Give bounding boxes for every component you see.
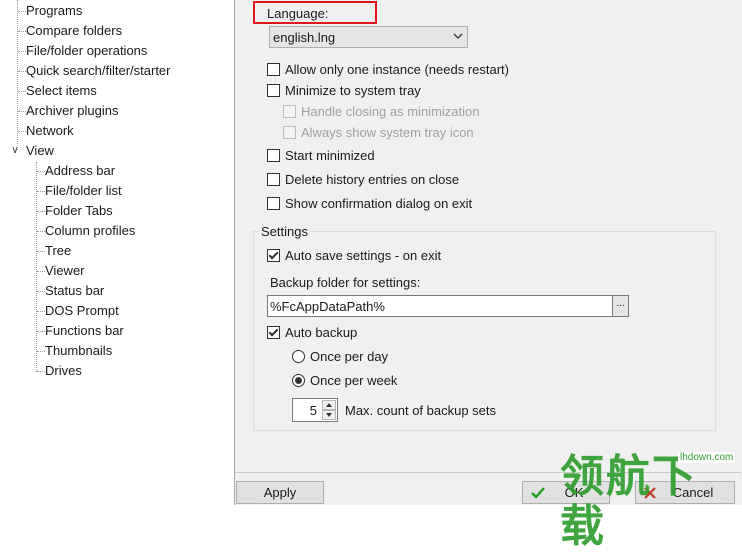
once-per-day-label: Once per day bbox=[310, 349, 389, 364]
checkbox-box bbox=[283, 105, 296, 119]
tree-item-functions-bar[interactable]: Functions bar bbox=[45, 322, 124, 340]
tree-connector bbox=[18, 11, 26, 12]
cancel-button[interactable]: Cancel bbox=[635, 481, 735, 504]
tree-item-thumbnails[interactable]: Thumbnails bbox=[45, 342, 112, 360]
tree-connector bbox=[18, 111, 26, 112]
close-icon bbox=[644, 487, 656, 499]
language-select[interactable]: english.lng bbox=[269, 26, 468, 48]
handle-closing-label: Handle closing as minimization bbox=[301, 104, 480, 119]
tree-item-column-profiles[interactable]: Column profiles bbox=[45, 222, 135, 240]
tree-item-tree[interactable]: Tree bbox=[45, 242, 71, 260]
tree-item-archiver-plugins[interactable]: Archiver plugins bbox=[26, 102, 119, 120]
chevron-down-icon bbox=[453, 33, 463, 39]
tree-connector bbox=[37, 251, 45, 252]
tree-connector bbox=[37, 191, 45, 192]
checkbox-box[interactable] bbox=[267, 63, 280, 77]
checkbox-box bbox=[283, 126, 296, 140]
backup-folder-input[interactable]: %FcAppDataPath% bbox=[267, 295, 629, 317]
tree-connector bbox=[37, 211, 45, 212]
max-count-stepper[interactable]: 5 bbox=[292, 398, 338, 422]
delete-history-checkbox[interactable]: Delete history entries on close bbox=[267, 171, 459, 189]
tree-connector bbox=[18, 91, 26, 92]
tree-connector bbox=[37, 231, 45, 232]
tree-connector bbox=[18, 51, 26, 52]
backup-folder-value: %FcAppDataPath% bbox=[270, 299, 385, 314]
auto-backup-checkbox[interactable]: Auto backup bbox=[267, 324, 357, 342]
tree-item-drives[interactable]: Drives bbox=[45, 362, 82, 380]
allow-one-instance-label: Allow only one instance (needs restart) bbox=[285, 62, 510, 77]
checkmark-icon bbox=[531, 487, 545, 499]
minimize-to-tray-checkbox[interactable]: Minimize to system tray bbox=[267, 82, 421, 100]
once-per-day-radio[interactable]: Once per day bbox=[292, 348, 388, 366]
auto-backup-label: Auto backup bbox=[285, 325, 358, 340]
tree-item-view[interactable]: View bbox=[26, 142, 54, 160]
tree-item-file-folder-list[interactable]: File/folder list bbox=[45, 182, 122, 200]
tree-item-folder-tabs[interactable]: Folder Tabs bbox=[45, 202, 113, 220]
tree-connector bbox=[37, 311, 45, 312]
cancel-button-label: Cancel bbox=[672, 485, 714, 500]
confirm-exit-checkbox[interactable]: Show confirmation dialog on exit bbox=[267, 195, 472, 213]
delete-history-label: Delete history entries on close bbox=[285, 172, 460, 187]
tree-item-select-items[interactable]: Select items bbox=[26, 82, 97, 100]
checkbox-box[interactable] bbox=[267, 326, 280, 340]
checkbox-box[interactable] bbox=[267, 84, 280, 98]
minimize-to-tray-label: Minimize to system tray bbox=[285, 83, 421, 98]
max-count-label: Max. count of backup sets bbox=[345, 403, 497, 418]
tree-connector bbox=[18, 31, 26, 32]
tree-connector bbox=[36, 162, 37, 372]
start-minimized-label: Start minimized bbox=[285, 148, 375, 163]
confirm-exit-label: Show confirmation dialog on exit bbox=[285, 196, 473, 211]
options-page: Language: english.lng Allow only one ins… bbox=[235, 0, 741, 473]
tree-item-address-bar[interactable]: Address bar bbox=[45, 162, 115, 180]
radio-circle[interactable] bbox=[292, 350, 305, 364]
tree-item-dos-prompt[interactable]: DOS Prompt bbox=[45, 302, 119, 320]
allow-one-instance-checkbox[interactable]: Allow only one instance (needs restart) bbox=[267, 61, 509, 79]
ok-button-label: OK bbox=[564, 485, 584, 500]
tree-item-viewer[interactable]: Viewer bbox=[45, 262, 85, 280]
tree-connector bbox=[37, 371, 45, 372]
backup-folder-label: Backup folder for settings: bbox=[270, 275, 421, 290]
tree-item-compare-folders[interactable]: Compare folders bbox=[26, 22, 122, 40]
tree-connector bbox=[18, 131, 26, 132]
radio-circle[interactable] bbox=[292, 374, 305, 388]
tree-connector bbox=[37, 351, 45, 352]
always-show-tray-icon-checkbox: Always show system tray icon bbox=[283, 124, 474, 142]
checkbox-box[interactable] bbox=[267, 249, 280, 263]
language-select-value: english.lng bbox=[273, 30, 336, 45]
ok-button[interactable]: OK bbox=[522, 481, 610, 504]
chevron-down-icon[interactable]: ∨ bbox=[9, 145, 21, 157]
handle-closing-checkbox: Handle closing as minimization bbox=[283, 103, 479, 121]
auto-save-checkbox[interactable]: Auto save settings - on exit bbox=[267, 247, 441, 265]
tree-item-file-folder-operations[interactable]: File/folder operations bbox=[26, 42, 147, 60]
settings-group-title: Settings bbox=[259, 224, 310, 239]
tree-connector bbox=[37, 331, 45, 332]
tree-connector bbox=[17, 0, 18, 150]
start-minimized-checkbox[interactable]: Start minimized bbox=[267, 147, 375, 165]
language-label: Language: bbox=[267, 6, 329, 21]
checkbox-box[interactable] bbox=[267, 149, 280, 163]
tree-item-programs[interactable]: Programs bbox=[26, 2, 82, 20]
tree-connector bbox=[37, 291, 45, 292]
tree-connector bbox=[37, 171, 45, 172]
browse-button[interactable]: ... bbox=[612, 295, 629, 317]
once-per-week-radio[interactable]: Once per week bbox=[292, 372, 397, 390]
tree-item-quick-search[interactable]: Quick search/filter/starter bbox=[26, 62, 171, 80]
tree-connector bbox=[37, 271, 45, 272]
checkbox-box[interactable] bbox=[267, 173, 280, 187]
max-count-value: 5 bbox=[309, 403, 317, 418]
tree-connector bbox=[18, 71, 26, 72]
options-panel: Language: english.lng Allow only one ins… bbox=[235, 0, 742, 505]
auto-save-label: Auto save settings - on exit bbox=[285, 248, 442, 263]
once-per-week-label: Once per week bbox=[310, 373, 398, 388]
stepper-down-icon[interactable] bbox=[322, 410, 336, 420]
always-show-tray-icon-label: Always show system tray icon bbox=[301, 125, 474, 140]
checkbox-box[interactable] bbox=[267, 197, 280, 211]
tree-item-network[interactable]: Network bbox=[26, 122, 74, 140]
settings-tree: ∨ Programs Compare folders File/folder o… bbox=[0, 0, 235, 505]
stepper-up-icon[interactable] bbox=[322, 400, 336, 410]
apply-button[interactable]: Apply bbox=[236, 481, 324, 504]
language-label-highlight: Language: bbox=[253, 1, 377, 24]
tree-item-status-bar[interactable]: Status bar bbox=[45, 282, 104, 300]
